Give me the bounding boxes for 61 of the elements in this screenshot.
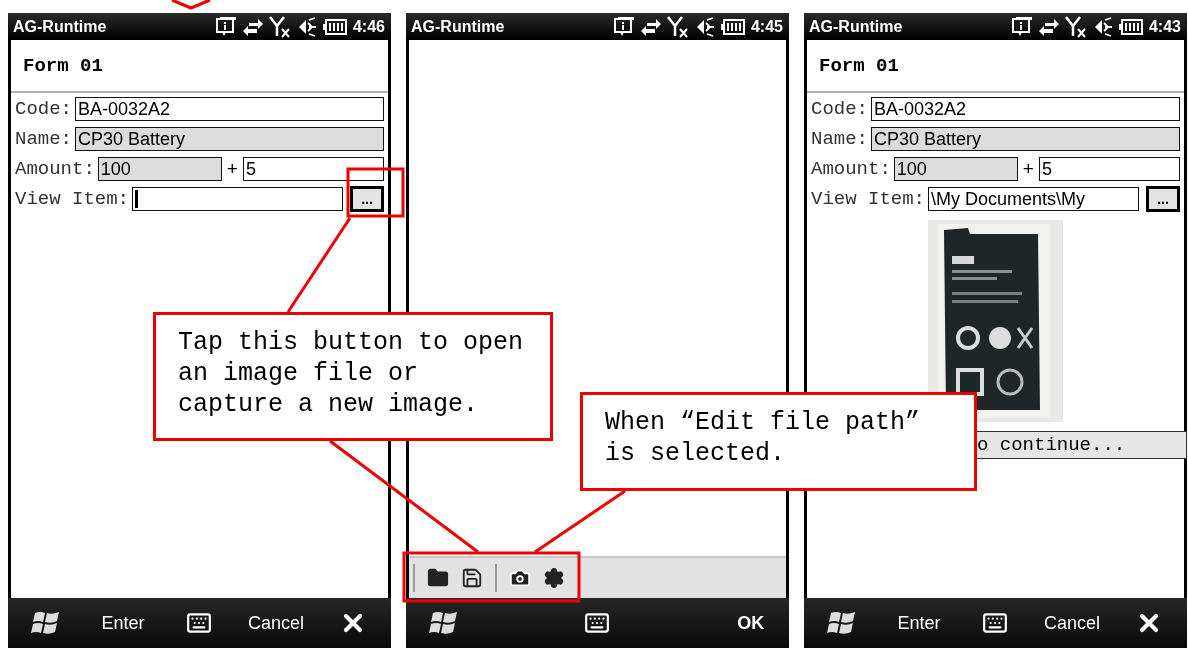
- settings-icon[interactable]: [543, 567, 565, 589]
- enter-softkey[interactable]: Enter: [893, 608, 945, 638]
- battery-icon[interactable]: [720, 18, 745, 35]
- flag-icon[interactable]: [31, 609, 62, 637]
- plus-sign: +: [225, 158, 239, 180]
- callout-note: Tap this button to open an image file or capture a new image.: [153, 312, 553, 441]
- cancel-softkey[interactable]: Cancel: [1040, 608, 1105, 638]
- clock-time: 4:46: [352, 17, 385, 36]
- clock-time: 4:43: [1148, 17, 1181, 36]
- battery-icon[interactable]: [322, 18, 347, 35]
- field-label: Name:: [15, 128, 72, 150]
- field-label: Amount:: [15, 158, 95, 180]
- input-field[interactable]: CP30 Battery: [871, 127, 1180, 151]
- clock-time: 4:45: [750, 17, 783, 36]
- input-field[interactable]: BA-0032A2: [75, 97, 384, 121]
- input-field[interactable]: BA-0032A2: [871, 97, 1180, 121]
- app-title: AG-Runtime: [809, 17, 904, 36]
- flag-icon[interactable]: [827, 609, 858, 637]
- battery-icon[interactable]: [1118, 18, 1143, 35]
- notification-icon[interactable]: [1010, 16, 1033, 37]
- keyboard-icon[interactable]: [982, 610, 1009, 636]
- message-bar[interactable]: o continue...: [977, 431, 1187, 459]
- app-title: AG-Runtime: [411, 17, 506, 36]
- save-icon[interactable]: [461, 567, 483, 589]
- field-label: Amount:: [811, 158, 891, 180]
- input-field[interactable]: 100: [97, 157, 222, 181]
- notification-icon[interactable]: [612, 16, 635, 37]
- cancel-softkey[interactable]: Cancel: [244, 608, 309, 638]
- notification-icon[interactable]: [214, 16, 237, 37]
- field-label: Code:: [15, 98, 72, 120]
- field-label: Code:: [811, 98, 868, 120]
- browse-button[interactable]: ...: [350, 186, 384, 212]
- callout-note: When “Edit file path” is selected.: [580, 392, 977, 491]
- field-label: View Item:: [811, 188, 926, 210]
- highlight-frame: [346, 167, 405, 218]
- plus-sign: +: [1021, 158, 1035, 180]
- folder-icon[interactable]: [427, 567, 449, 589]
- sync-icon[interactable]: [640, 16, 661, 37]
- input-field[interactable]: 5: [242, 157, 384, 181]
- signal-icon[interactable]: [268, 15, 291, 38]
- keyboard-icon[interactable]: [584, 610, 611, 636]
- keyboard-icon[interactable]: [186, 610, 213, 636]
- signal-icon[interactable]: [666, 15, 689, 38]
- field-label: View Item:: [15, 188, 130, 210]
- flag-icon[interactable]: [429, 609, 460, 637]
- browse-button[interactable]: ...: [1146, 186, 1180, 212]
- app-title: AG-Runtime: [13, 17, 108, 36]
- input-field[interactable]: CP30 Battery: [75, 127, 384, 151]
- camera-icon[interactable]: [509, 567, 531, 589]
- form-title: Form 01: [23, 54, 103, 77]
- input-field[interactable]: [132, 187, 343, 211]
- form-title: Form 01: [819, 54, 899, 77]
- sync-icon[interactable]: [242, 16, 263, 37]
- input-field[interactable]: \My Documents\My: [928, 187, 1139, 211]
- ok-softkey[interactable]: OK: [733, 608, 769, 638]
- signal-icon[interactable]: [1064, 15, 1087, 38]
- input-field[interactable]: 5: [1038, 157, 1180, 181]
- enter-softkey[interactable]: Enter: [97, 608, 149, 638]
- input-field[interactable]: 100: [893, 157, 1018, 181]
- field-label: Name:: [811, 128, 868, 150]
- sync-icon[interactable]: [1038, 16, 1059, 37]
